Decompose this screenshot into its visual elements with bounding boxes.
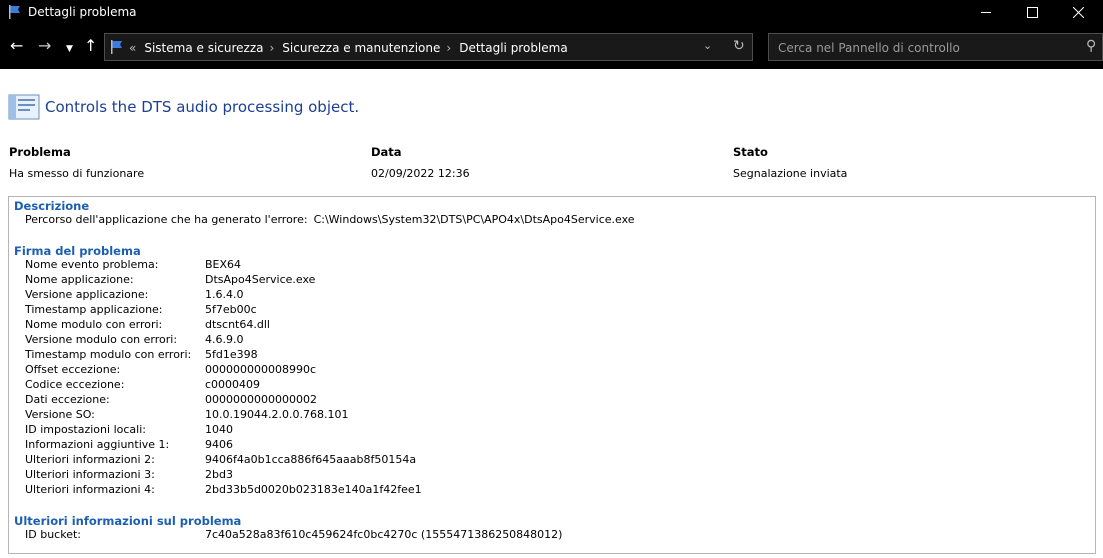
minimize-button[interactable]	[963, 0, 1009, 25]
detail-key: ID impostazioni locali:	[25, 423, 146, 436]
breadcrumb-separator-icon[interactable]: ›	[446, 41, 451, 55]
detail-value: 000000000008990c	[205, 363, 317, 376]
detail-key: Ulteriori informazioni 2:	[25, 453, 155, 466]
close-icon	[1072, 7, 1084, 18]
breadcrumb-item-dettagli-problema[interactable]: Dettagli problema	[459, 41, 568, 55]
title-bar: Dettagli problema	[0, 0, 1103, 25]
window-title: Dettagli problema	[28, 5, 137, 19]
breadcrumb: « Sistema e sicurezza › Sicurezza e manuten…	[129, 41, 574, 55]
detail-value: 9406	[205, 438, 233, 451]
detail-value: DtsApo4Service.exe	[205, 273, 316, 286]
detail-value: 9406f4a0b1cca886f645aaab8f50154a	[205, 453, 417, 466]
search-icon[interactable]: ⚲	[1086, 38, 1096, 54]
detail-value: BEX64	[205, 258, 242, 271]
description-title: Descrizione	[14, 199, 90, 213]
signature-title: Firma del problema	[14, 244, 141, 258]
up-arrow-icon[interactable]: ↑	[84, 38, 97, 54]
details-panel: Descrizione Percorso dell'applicazione c…	[8, 196, 1096, 554]
date-header: Data	[371, 145, 402, 159]
address-dropdown-icon[interactable]: ⌄	[703, 39, 712, 52]
close-button[interactable]	[1055, 0, 1101, 25]
detail-key: Codice eccezione:	[25, 378, 125, 391]
problem-value: Ha smesso di funzionare	[9, 167, 145, 180]
detail-value: 2bd33b5d0020b023183e140a1f42fee1	[205, 483, 422, 496]
maximize-button[interactable]	[1009, 0, 1055, 25]
date-value: 02/09/2022 12:36	[371, 167, 470, 180]
description-row: Percorso dell'applicazione che ha genera…	[25, 213, 635, 226]
flag-icon	[9, 5, 20, 19]
refresh-icon[interactable]: ↻	[733, 38, 745, 54]
detail-value: 1.6.4.0	[205, 288, 244, 301]
detail-key: Versione applicazione:	[25, 288, 149, 301]
detail-value: 5f7eb00c	[205, 303, 257, 316]
detail-value: 4.6.9.0	[205, 333, 244, 346]
minimize-icon	[981, 12, 991, 13]
breadcrumb-separator-icon[interactable]: ›	[269, 41, 274, 55]
detail-value: 7c40a528a83f610c459624fc0bc4270c (155547…	[205, 528, 563, 541]
detail-value: 0000000000000002	[205, 393, 317, 406]
detail-key: Timestamp applicazione:	[25, 303, 163, 316]
detail-value: 10.0.19044.2.0.0.768.101	[205, 408, 349, 421]
detail-key: Offset eccezione:	[25, 363, 121, 376]
extra-info-title: Ulteriori informazioni sul problema	[14, 514, 242, 528]
detail-key: Nome evento problema:	[25, 258, 159, 271]
description-value: C:\Windows\System32\DTS\PC\APO4x\DtsApo4…	[313, 213, 635, 226]
description-label: Percorso dell'applicazione che ha genera…	[25, 213, 308, 226]
detail-key: Ulteriori informazioni 4:	[25, 483, 155, 496]
maximize-icon	[1026, 7, 1038, 18]
detail-key: Dati eccezione:	[25, 393, 110, 406]
detail-key: Ulteriori informazioni 3:	[25, 468, 155, 481]
status-header: Stato	[733, 145, 768, 159]
detail-value: c0000409	[205, 378, 261, 391]
breadcrumb-item-sistema-e-sicurezza[interactable]: Sistema e sicurezza	[144, 41, 263, 55]
forward-arrow-icon[interactable]: →	[38, 38, 51, 54]
recent-locations-chevron-icon[interactable]: ▼	[66, 41, 73, 57]
detail-value: 2bd3	[205, 468, 233, 481]
flag-icon	[111, 40, 122, 54]
status-value: Segnalazione inviata	[733, 167, 848, 180]
detail-key: Nome applicazione:	[25, 273, 134, 286]
detail-key: Informazioni aggiuntive 1:	[25, 438, 170, 451]
detail-value: dtscnt64.dll	[205, 318, 270, 331]
detail-value: 5fd1e398	[205, 348, 258, 361]
detail-key: ID bucket:	[25, 528, 81, 541]
breadcrumb-overflow[interactable]: «	[129, 41, 136, 55]
page-title: Controls the DTS audio processing object…	[45, 98, 360, 116]
detail-value: 1040	[205, 423, 233, 436]
back-arrow-icon[interactable]: ←	[10, 38, 23, 54]
search-input[interactable]: Cerca nel Pannello di controllo ⚲	[768, 33, 1103, 61]
address-bar[interactable]: « Sistema e sicurezza › Sicurezza e manuten…	[104, 33, 753, 61]
detail-key: Nome modulo con errori:	[25, 318, 163, 331]
detail-key: Versione modulo con errori:	[25, 333, 178, 346]
detail-key: Versione SO:	[25, 408, 95, 421]
search-placeholder: Cerca nel Pannello di controllo	[778, 41, 960, 55]
window-app-icon	[8, 94, 40, 120]
detail-key: Timestamp modulo con errori:	[25, 348, 192, 361]
problem-header: Problema	[9, 145, 71, 159]
breadcrumb-item-sicurezza-e-manutenzione[interactable]: Sicurezza e manutenzione	[282, 41, 440, 55]
